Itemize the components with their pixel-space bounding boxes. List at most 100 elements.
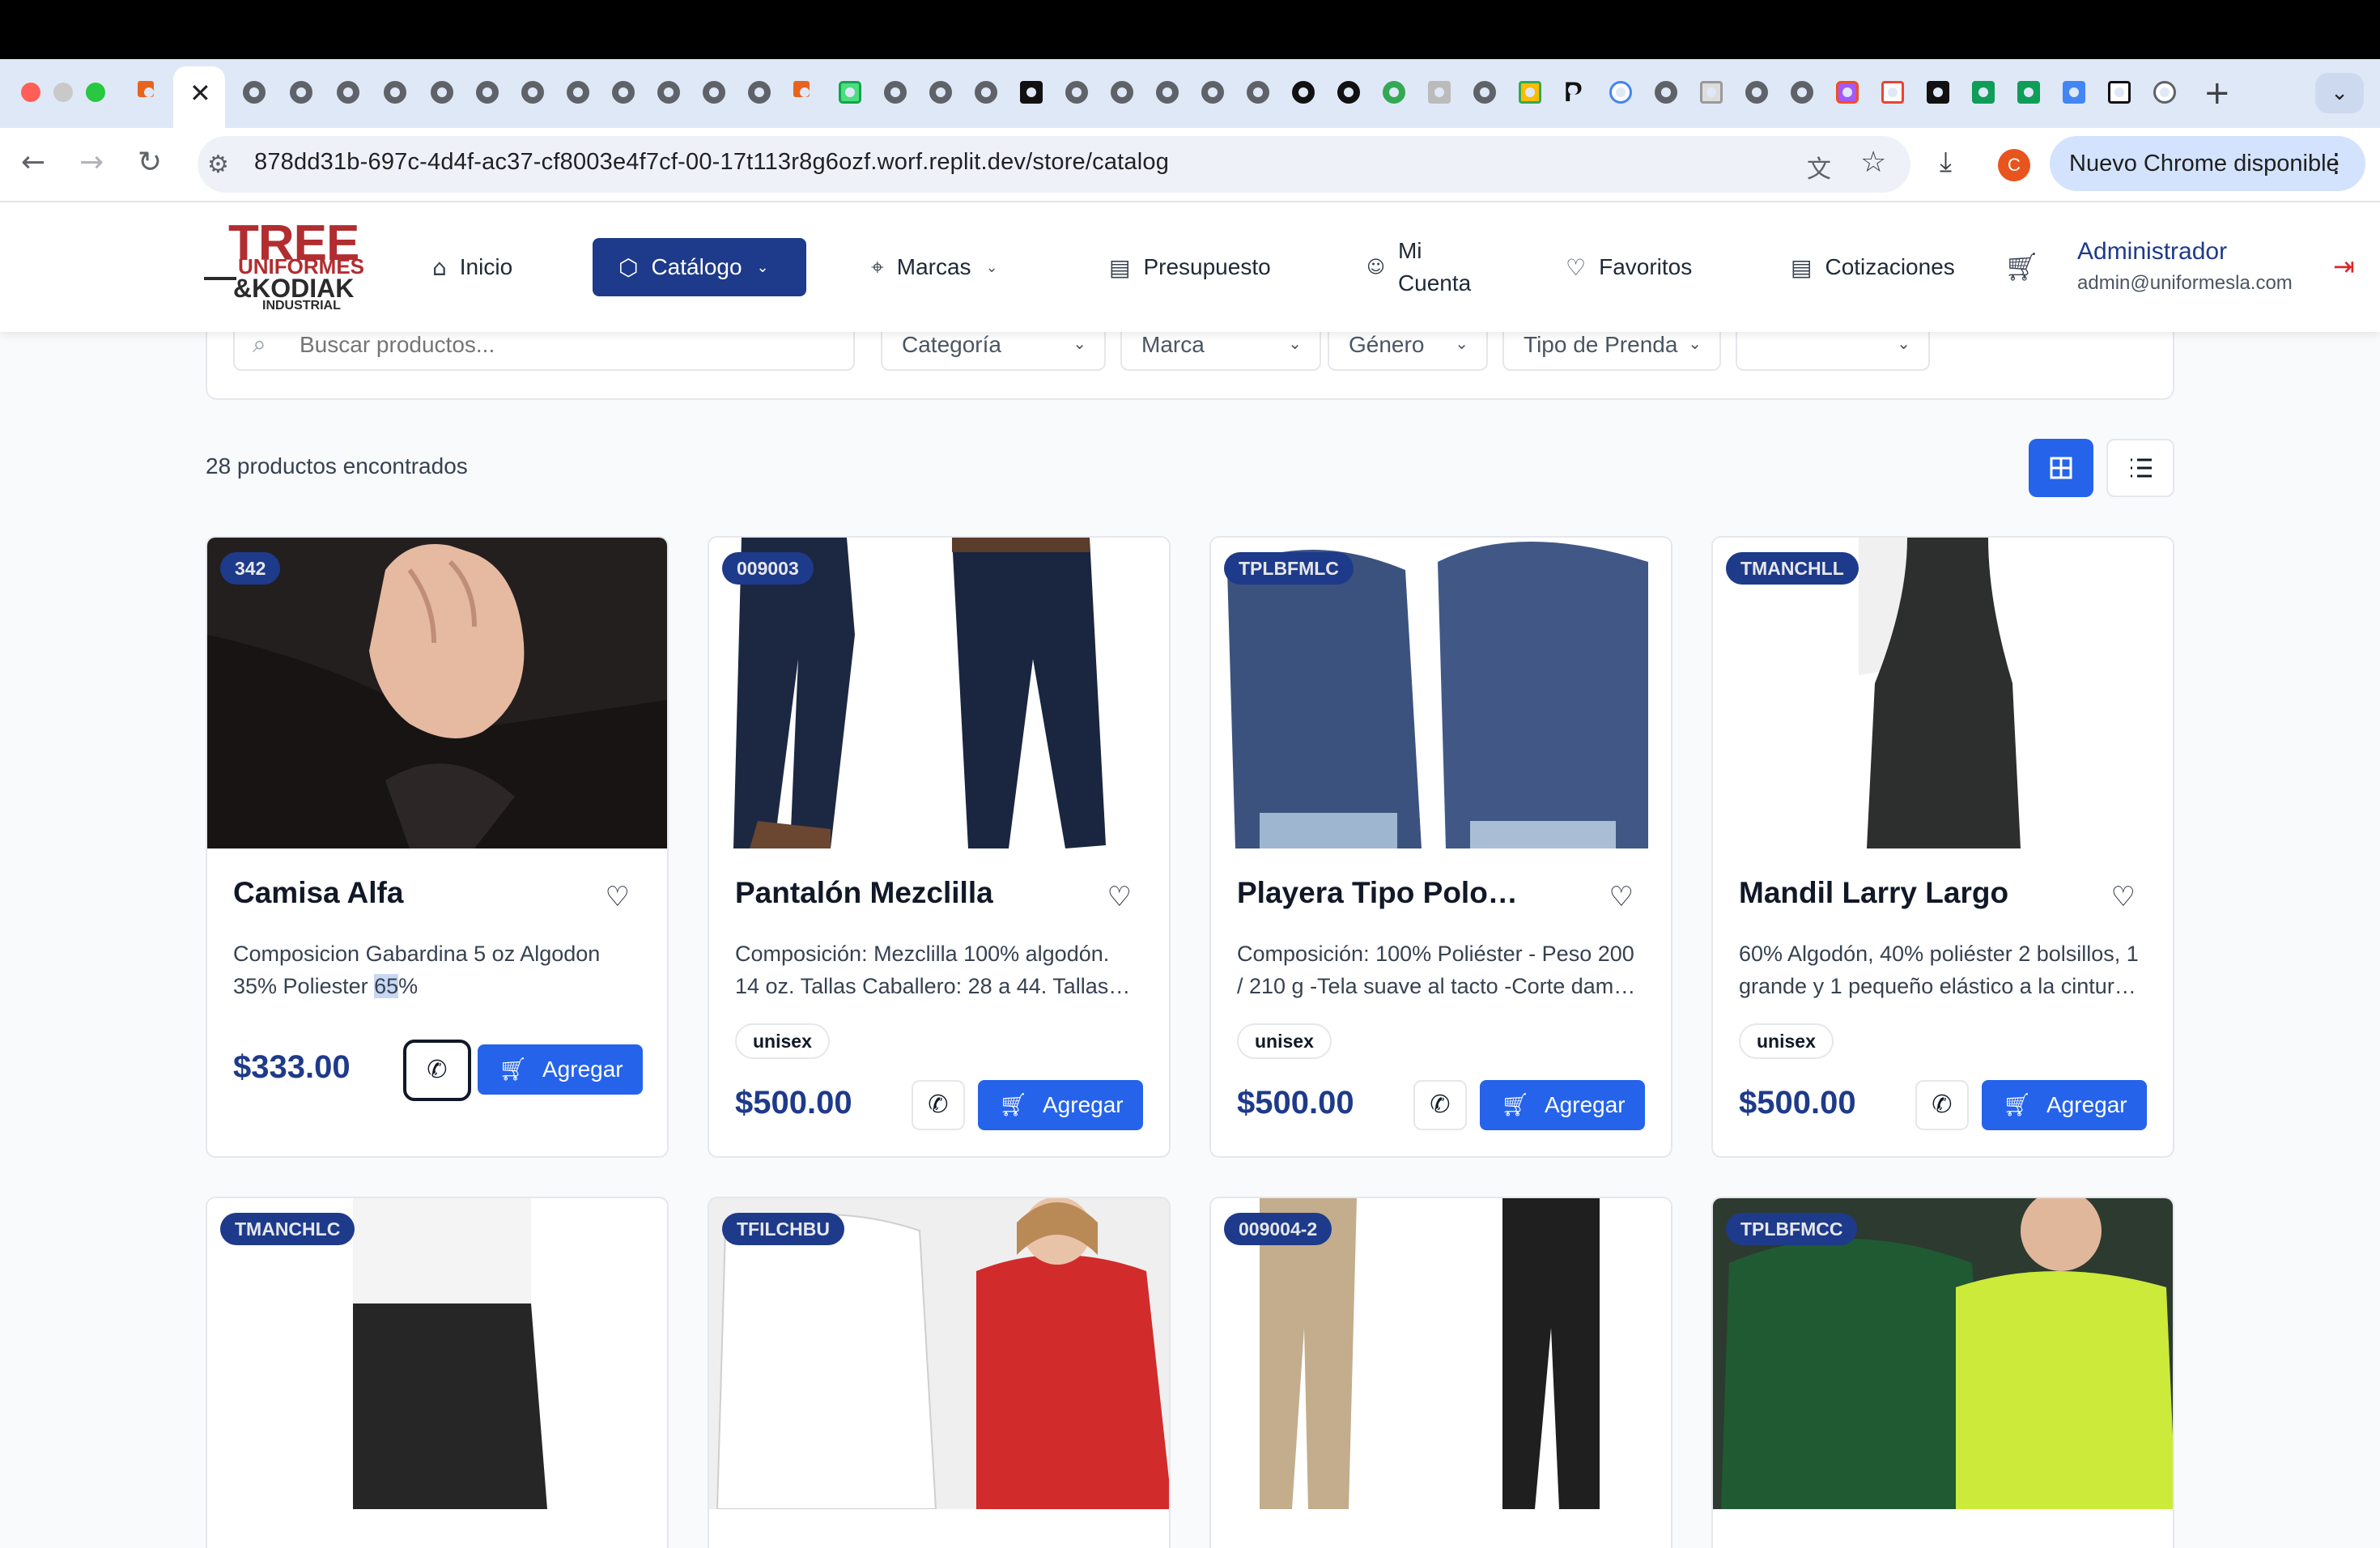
translate-icon[interactable]: 文 (1807, 149, 1831, 185)
tab-search-chevron-icon[interactable]: ⌄ (2315, 73, 2364, 113)
tab-app-icon[interactable] (839, 81, 861, 104)
tab-figma-icon[interactable] (1836, 81, 1859, 104)
product-title[interactable]: Pantalón Mezclilla (735, 876, 993, 910)
product-card[interactable]: TMANCHLL Mandil Larry Largo ♡ 60% Algodó… (1711, 536, 2174, 1158)
call-button[interactable]: ✆ (912, 1080, 965, 1130)
add-to-cart-button[interactable]: 🛒︎ Agregar (1982, 1080, 2147, 1130)
tab-globe-icon[interactable] (337, 81, 359, 104)
logout-icon[interactable]: ⇥ (2333, 251, 2355, 282)
nav-catalogo[interactable]: ⬡ Catálogo ⌄ (593, 238, 806, 296)
product-title[interactable]: Camisa Alfa (233, 876, 403, 910)
tab-globe-icon[interactable] (476, 81, 499, 104)
product-image[interactable]: TFILCHBU (709, 1198, 1169, 1509)
nav-cotizaciones[interactable]: ▤ Cotizaciones (1791, 238, 1955, 296)
product-card[interactable]: 009003 Pantalón Mezclilla ♡ Composición:… (708, 536, 1171, 1158)
nav-mi-cuenta[interactable]: ☺ Mi Cuenta (1366, 238, 1471, 296)
favorite-heart-icon[interactable]: ♡ (606, 881, 630, 913)
tab-globe-icon[interactable] (1065, 81, 1088, 104)
product-image[interactable]: TPLBFMLC (1211, 538, 1671, 848)
tab-globe-icon[interactable] (290, 81, 312, 104)
tab-app-icon[interactable] (1383, 81, 1405, 104)
product-card[interactable]: 009004-2 (1209, 1197, 1672, 1548)
tab-globe-icon[interactable] (703, 81, 725, 104)
product-card[interactable]: TFILCHBU (708, 1197, 1171, 1548)
product-title[interactable]: Mandil Larry Largo (1739, 876, 2008, 910)
tab-app-icon[interactable] (1020, 81, 1043, 104)
close-window-button[interactable] (21, 83, 40, 102)
tab-globe-icon[interactable] (1201, 81, 1224, 104)
tab-github-icon[interactable] (1292, 81, 1315, 104)
more-menu-icon[interactable]: ⋮ (2323, 147, 2349, 178)
nav-presupuesto[interactable]: ▤ Presupuesto (1109, 238, 1271, 296)
tab-google-icon[interactable] (1609, 81, 1632, 104)
tab-amazon-icon[interactable] (2108, 81, 2131, 104)
nav-inicio[interactable]: ⌂ Inicio (432, 238, 512, 296)
reload-icon[interactable]: ↻ (138, 146, 162, 179)
tab-github-icon[interactable] (1337, 81, 1360, 104)
product-image[interactable]: TMANCHLC (207, 1198, 667, 1509)
search-input[interactable] (300, 329, 834, 361)
tab-globe-icon[interactable] (1473, 81, 1496, 104)
tab-globe-icon[interactable] (1247, 81, 1269, 104)
site-settings-icon[interactable]: ⚙ (207, 151, 229, 179)
tab-globe-icon[interactable] (1111, 81, 1133, 104)
favorite-heart-icon[interactable]: ♡ (1107, 881, 1132, 913)
tab-globe-icon[interactable] (748, 81, 771, 104)
tab-sheets-icon[interactable] (1972, 81, 1995, 104)
minimize-window-button[interactable] (53, 83, 73, 102)
maximize-window-button[interactable] (86, 83, 105, 102)
product-card[interactable]: TPLBFMCC (1711, 1197, 2174, 1548)
forward-icon[interactable]: → (79, 146, 104, 179)
favorite-heart-icon[interactable]: ♡ (1609, 881, 1634, 913)
url-text[interactable]: 878dd31b-697c-4d4f-ac37-cf8003e4f7cf-00-… (254, 149, 1169, 176)
product-image[interactable]: 009004-2 (1211, 1198, 1671, 1509)
tab-replit-icon[interactable] (138, 81, 154, 97)
tab-openai-icon[interactable] (884, 81, 907, 104)
tab-globe-icon[interactable] (1655, 81, 1677, 104)
grid-view-button[interactable] (2029, 439, 2093, 497)
tab-drive-icon[interactable] (1519, 81, 1541, 104)
tab-app-icon[interactable] (1428, 81, 1451, 104)
new-tab-icon[interactable]: + (2204, 74, 2231, 112)
tab-globe-icon[interactable] (612, 81, 635, 104)
favorite-heart-icon[interactable]: ♡ (2111, 881, 2136, 913)
tab-globe-icon[interactable] (384, 81, 406, 104)
product-card[interactable]: 342 Camisa Alfa ♡ Composicion Gabardina … (206, 536, 669, 1158)
tab-replit-icon[interactable] (793, 81, 810, 97)
tab-gmail-icon[interactable] (1881, 81, 1904, 104)
add-to-cart-button[interactable]: 🛒︎ Agregar (478, 1044, 643, 1095)
tab-app-icon[interactable] (1927, 81, 1949, 104)
product-image[interactable]: 009003 (709, 538, 1169, 848)
tab-active[interactable]: ✕ (173, 66, 225, 128)
tab-globe-icon[interactable] (521, 81, 544, 104)
back-icon[interactable]: ← (21, 146, 45, 179)
site-logo[interactable]: TREE UNIFORMES &KODIAK INDUSTRIAL (204, 219, 364, 316)
call-button[interactable]: ✆ (1413, 1080, 1467, 1130)
profile-avatar[interactable]: C (1998, 149, 2030, 181)
product-title[interactable]: Playera Tipo Polo… (1237, 876, 1518, 910)
list-view-button[interactable] (2106, 439, 2174, 497)
tab-globe-icon[interactable] (657, 81, 680, 104)
tab-globe-icon[interactable] (567, 81, 589, 104)
product-card[interactable]: TPLBFMLC Playera Tipo Polo… ♡ Composició… (1209, 536, 1672, 1158)
product-card[interactable]: TMANCHLC (206, 1197, 669, 1548)
call-button[interactable]: ✆ (403, 1040, 471, 1101)
close-tab-icon[interactable]: ✕ (189, 78, 211, 108)
tab-globe-icon[interactable] (1745, 81, 1768, 104)
tab-globe-icon[interactable] (929, 81, 952, 104)
tab-globe-icon[interactable] (1156, 81, 1179, 104)
bookmark-star-icon[interactable]: ☆ (1860, 146, 1886, 179)
call-button[interactable]: ✆ (1915, 1080, 1969, 1130)
download-icon[interactable]: ⤓ (1940, 146, 1952, 178)
add-to-cart-button[interactable]: 🛒︎ Agregar (978, 1080, 1143, 1130)
tab-globe-icon[interactable] (975, 81, 997, 104)
product-image[interactable]: TPLBFMCC (1713, 1198, 2173, 1509)
user-name[interactable]: Administrador (2077, 238, 2227, 266)
tab-globe-icon[interactable] (1791, 81, 1813, 104)
product-image[interactable]: TMANCHLL (1713, 538, 2173, 848)
nav-favoritos[interactable]: ♡ Favoritos (1566, 238, 1692, 296)
tab-app-icon[interactable] (1700, 81, 1723, 104)
tab-key-icon[interactable] (2153, 81, 2176, 104)
tab-p-icon[interactable]: P (1564, 79, 1587, 106)
tab-sheets-icon[interactable] (2017, 81, 2040, 104)
